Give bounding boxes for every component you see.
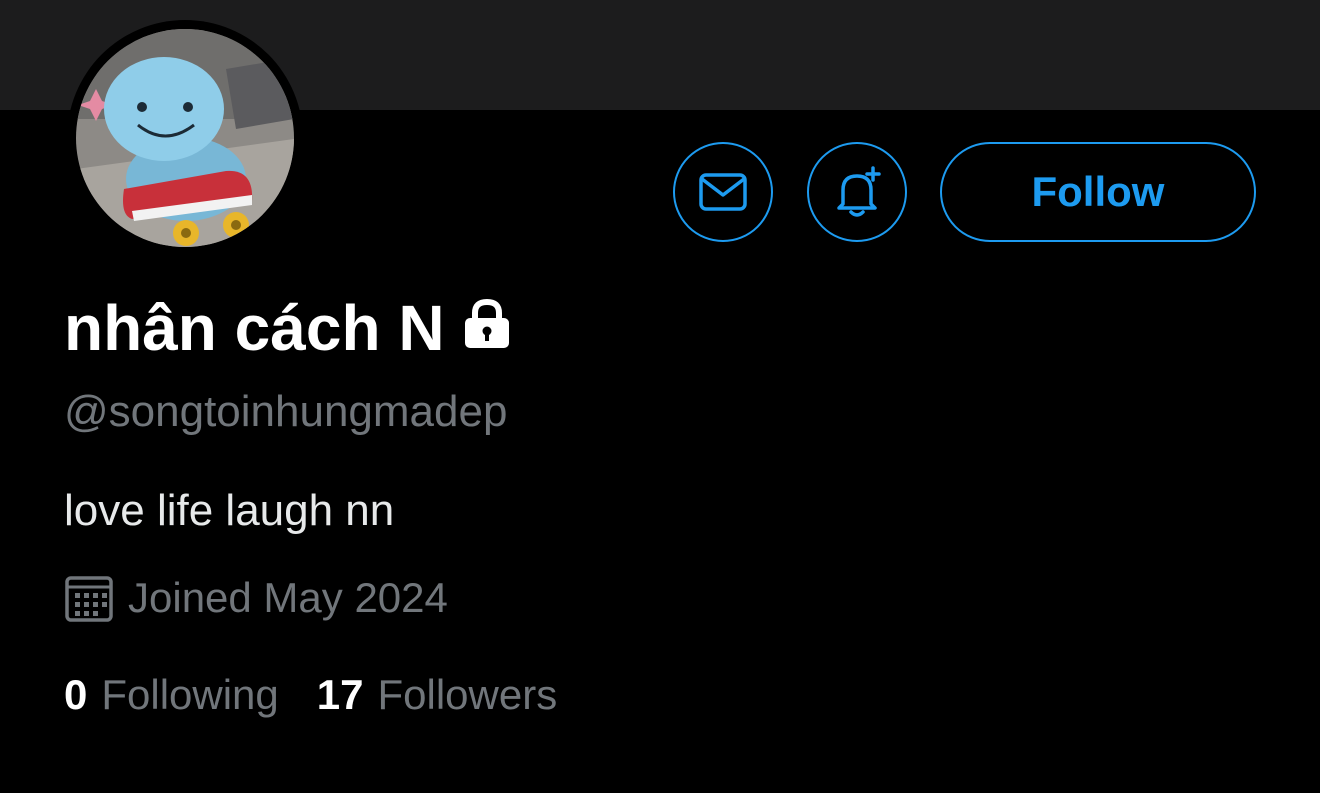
follow-stats: 0 Following 17 Followers [64,668,557,722]
followers-count: 17 [316,671,364,718]
bell-plus-icon [837,166,881,217]
follow-button[interactable]: Follow [940,142,1256,242]
followers-label: Followers [377,671,558,718]
following-stat[interactable]: 0 Following [64,668,279,722]
profile-page: Follow nhân cách N @songtoinhungmadep lo… [0,0,1320,793]
joined-date: Joined May 2024 [128,574,448,621]
display-name: nhân cách N [64,292,445,364]
profile-bio: love life laugh nn [64,486,395,535]
joined-date-row: Joined May 2024 [64,571,448,625]
avatar-image [76,29,294,247]
notify-button[interactable] [807,142,907,242]
username-handle: @songtoinhungmadep [64,387,508,436]
avatar[interactable] [67,20,303,256]
envelope-icon [699,173,747,211]
following-label: Following [101,671,279,718]
calendar-icon [65,576,113,622]
display-name-row: nhân cách N [64,288,511,368]
lock-icon [463,288,511,368]
followers-stat[interactable]: 17 Followers [317,668,557,722]
message-button[interactable] [673,142,773,242]
following-count: 0 [64,671,88,718]
